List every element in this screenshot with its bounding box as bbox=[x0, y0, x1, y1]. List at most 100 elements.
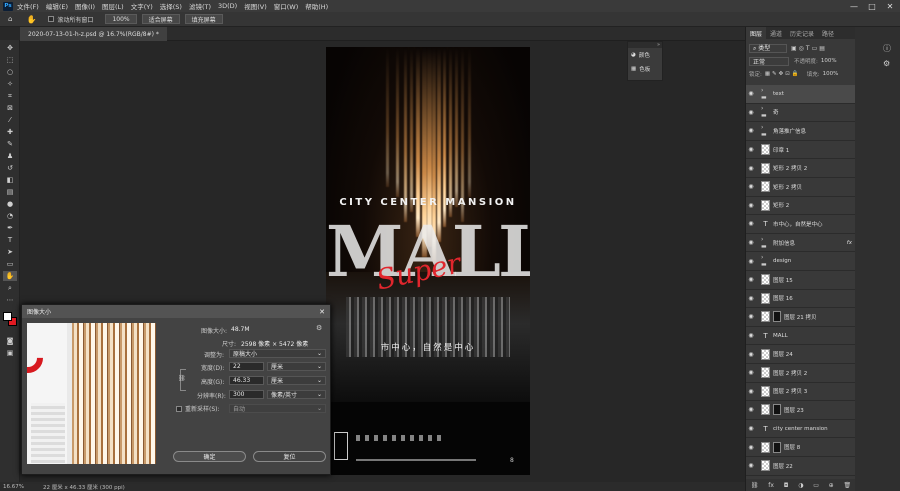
lasso-icon[interactable]: ○ bbox=[3, 67, 17, 77]
screen-mode-icon[interactable]: ▣ bbox=[3, 348, 17, 358]
close-window-button[interactable]: ✕ bbox=[881, 0, 899, 12]
zoom-icon[interactable]: ⌕ bbox=[3, 283, 17, 293]
layer-row[interactable]: ◉ 图层 15 bbox=[746, 271, 856, 290]
layer-mask-thumbnail[interactable] bbox=[773, 404, 781, 416]
move-icon[interactable]: ✥ bbox=[3, 43, 17, 53]
shape-icon[interactable]: ▭ bbox=[3, 259, 17, 269]
layer-row[interactable]: ◉ › ▬ text bbox=[746, 85, 856, 104]
layer-row[interactable]: ◉ › ▬ 角落推广信息 bbox=[746, 122, 856, 141]
hand-icon[interactable]: ✋ bbox=[3, 271, 17, 281]
adjustment-icon[interactable]: ◑ bbox=[798, 482, 803, 489]
learn-icon[interactable]: ⓘ bbox=[883, 43, 891, 54]
resample-select[interactable]: 自动 ⌄ bbox=[229, 404, 326, 413]
layer-row[interactable]: ◉ 矩形 2 bbox=[746, 197, 856, 216]
visibility-eye-icon[interactable]: ◉ bbox=[746, 295, 756, 302]
chain-link-icon[interactable]: ⛓ bbox=[178, 375, 186, 382]
layer-row[interactable]: ◉ › ▬ 奇 bbox=[746, 104, 856, 123]
brush-icon[interactable]: ✎ bbox=[3, 139, 17, 149]
layer-row[interactable]: ◉ › ▬ design bbox=[746, 252, 856, 271]
menu-select[interactable]: 选择(S) bbox=[160, 1, 182, 11]
zoom-100-button[interactable]: 100% bbox=[105, 14, 137, 24]
poster-artwork[interactable]: CITY CENTER MANSION MALL Super 市中心，自然是中心… bbox=[326, 47, 530, 475]
visibility-eye-icon[interactable]: ◉ bbox=[746, 462, 756, 469]
menu-window[interactable]: 窗口(W) bbox=[274, 1, 299, 11]
layer-row[interactable]: ◉ › ▬ 附加信息 fx bbox=[746, 234, 856, 253]
width-unit-select[interactable]: 厘米 ⌄ bbox=[267, 362, 326, 371]
fit-screen-button[interactable]: 适合屏幕 bbox=[141, 14, 180, 24]
link-layers-icon[interactable]: ⛓ bbox=[751, 482, 759, 489]
foreground-color-swatch[interactable] bbox=[3, 312, 12, 321]
visibility-eye-icon[interactable]: ◉ bbox=[746, 183, 756, 190]
height-input[interactable]: 46.33 bbox=[229, 376, 264, 385]
quick-mask-icon[interactable]: ◙ bbox=[3, 336, 17, 346]
layer-row[interactable]: ◉ Tcity center mansion bbox=[746, 420, 856, 439]
zoom-readout[interactable]: 16.67% bbox=[3, 484, 43, 490]
visibility-eye-icon[interactable]: ◉ bbox=[746, 369, 756, 376]
visibility-eye-icon[interactable]: ◉ bbox=[746, 444, 756, 451]
layer-row[interactable]: ◉ 图层 16 bbox=[746, 290, 856, 309]
visibility-eye-icon[interactable]: ◉ bbox=[746, 388, 756, 395]
visibility-eye-icon[interactable]: ◉ bbox=[746, 165, 756, 172]
layer-row[interactable]: ◉ T 市中心，自然是中心 bbox=[746, 215, 856, 234]
eraser-icon[interactable]: ◧ bbox=[3, 175, 17, 185]
width-input[interactable]: 22 bbox=[229, 362, 264, 371]
visibility-eye-icon[interactable]: ◉ bbox=[746, 90, 756, 97]
menu-view[interactable]: 视图(V) bbox=[244, 1, 267, 11]
minimize-button[interactable]: — bbox=[845, 0, 863, 12]
visibility-eye-icon[interactable]: ◉ bbox=[746, 313, 756, 320]
reset-button[interactable]: 复位 bbox=[253, 451, 326, 462]
home-icon[interactable]: ⌂ bbox=[8, 15, 12, 23]
visibility-eye-icon[interactable]: ◉ bbox=[746, 276, 756, 283]
layer-row[interactable]: ◉ 图层 21 拷贝 bbox=[746, 308, 856, 327]
visibility-eye-icon[interactable]: ◉ bbox=[746, 127, 756, 134]
dialog-close-icon[interactable]: ✕ bbox=[319, 308, 325, 316]
menu-file[interactable]: 文件(F) bbox=[17, 1, 39, 11]
visibility-eye-icon[interactable]: ◉ bbox=[746, 406, 756, 413]
visibility-eye-icon[interactable]: ◉ bbox=[746, 109, 756, 116]
layer-row[interactable]: ◉ 图层 22 bbox=[746, 457, 856, 476]
opacity-value[interactable]: 100% bbox=[821, 58, 837, 64]
menu-edit[interactable]: 编辑(E) bbox=[46, 1, 68, 11]
layer-row[interactable]: ◉ 矩形 2 拷贝 2 bbox=[746, 159, 856, 178]
layer-mask-thumbnail[interactable] bbox=[773, 311, 781, 323]
visibility-eye-icon[interactable]: ◉ bbox=[746, 425, 756, 432]
tab-paths[interactable]: 路径 bbox=[818, 29, 838, 38]
swatches-panel-button[interactable]: ▦ 色板 bbox=[628, 62, 662, 76]
frame-icon[interactable]: ⊠ bbox=[3, 103, 17, 113]
magic-wand-icon[interactable]: ✧ bbox=[3, 79, 17, 89]
resolution-unit-select[interactable]: 像素/英寸 ⌄ bbox=[267, 390, 326, 399]
menu-filter[interactable]: 滤镜(T) bbox=[189, 1, 211, 11]
fx-icon[interactable]: fx bbox=[768, 482, 774, 489]
resample-checkbox[interactable]: 重新采样(S): bbox=[176, 404, 220, 413]
menu-help[interactable]: 帮助(H) bbox=[305, 1, 328, 11]
fill-value[interactable]: 100% bbox=[823, 71, 839, 77]
pen-icon[interactable]: ✒ bbox=[3, 223, 17, 233]
blur-icon[interactable]: ● bbox=[3, 199, 17, 209]
blend-mode-select[interactable]: 正常 bbox=[749, 56, 789, 66]
layer-row[interactable]: ◉ 图层 2 拷贝 3 bbox=[746, 383, 856, 402]
marquee-icon[interactable]: ⬚ bbox=[3, 55, 17, 65]
tab-layers[interactable]: 图层 bbox=[746, 27, 767, 39]
properties-icon[interactable]: ⚙ bbox=[883, 59, 890, 68]
lock-icons[interactable]: ▦✎✥⊡🔒 bbox=[765, 71, 801, 77]
settings-gear-icon[interactable]: ⚙ bbox=[316, 324, 322, 332]
add-mask-icon[interactable]: ◘ bbox=[784, 482, 789, 489]
visibility-eye-icon[interactable]: ◉ bbox=[746, 146, 756, 153]
layer-filter-select[interactable]: ⌕ 类型 bbox=[749, 43, 787, 53]
stamp-icon[interactable]: ♟ bbox=[3, 151, 17, 161]
tab-channels[interactable]: 通道 bbox=[766, 29, 786, 38]
maximize-button[interactable]: □ bbox=[863, 0, 881, 12]
visibility-eye-icon[interactable]: ◉ bbox=[746, 239, 756, 246]
fit-to-select[interactable]: 原稿大小 ⌄ bbox=[229, 349, 326, 358]
path-select-icon[interactable]: ➤ bbox=[3, 247, 17, 257]
visibility-eye-icon[interactable]: ◉ bbox=[746, 351, 756, 358]
type-icon[interactable]: T bbox=[3, 235, 17, 245]
menu-layer[interactable]: 图层(L) bbox=[102, 1, 124, 11]
hand-tool-icon[interactable]: ✋ bbox=[26, 15, 36, 24]
new-group-icon[interactable]: ▭ bbox=[813, 482, 819, 489]
visibility-eye-icon[interactable]: ◉ bbox=[746, 332, 756, 339]
gradient-icon[interactable]: ▤ bbox=[3, 187, 17, 197]
layer-row[interactable]: ◉ 矩形 2 拷贝 bbox=[746, 178, 856, 197]
new-layer-icon[interactable]: ⊕ bbox=[829, 482, 834, 489]
ok-button[interactable]: 确定 bbox=[173, 451, 246, 462]
